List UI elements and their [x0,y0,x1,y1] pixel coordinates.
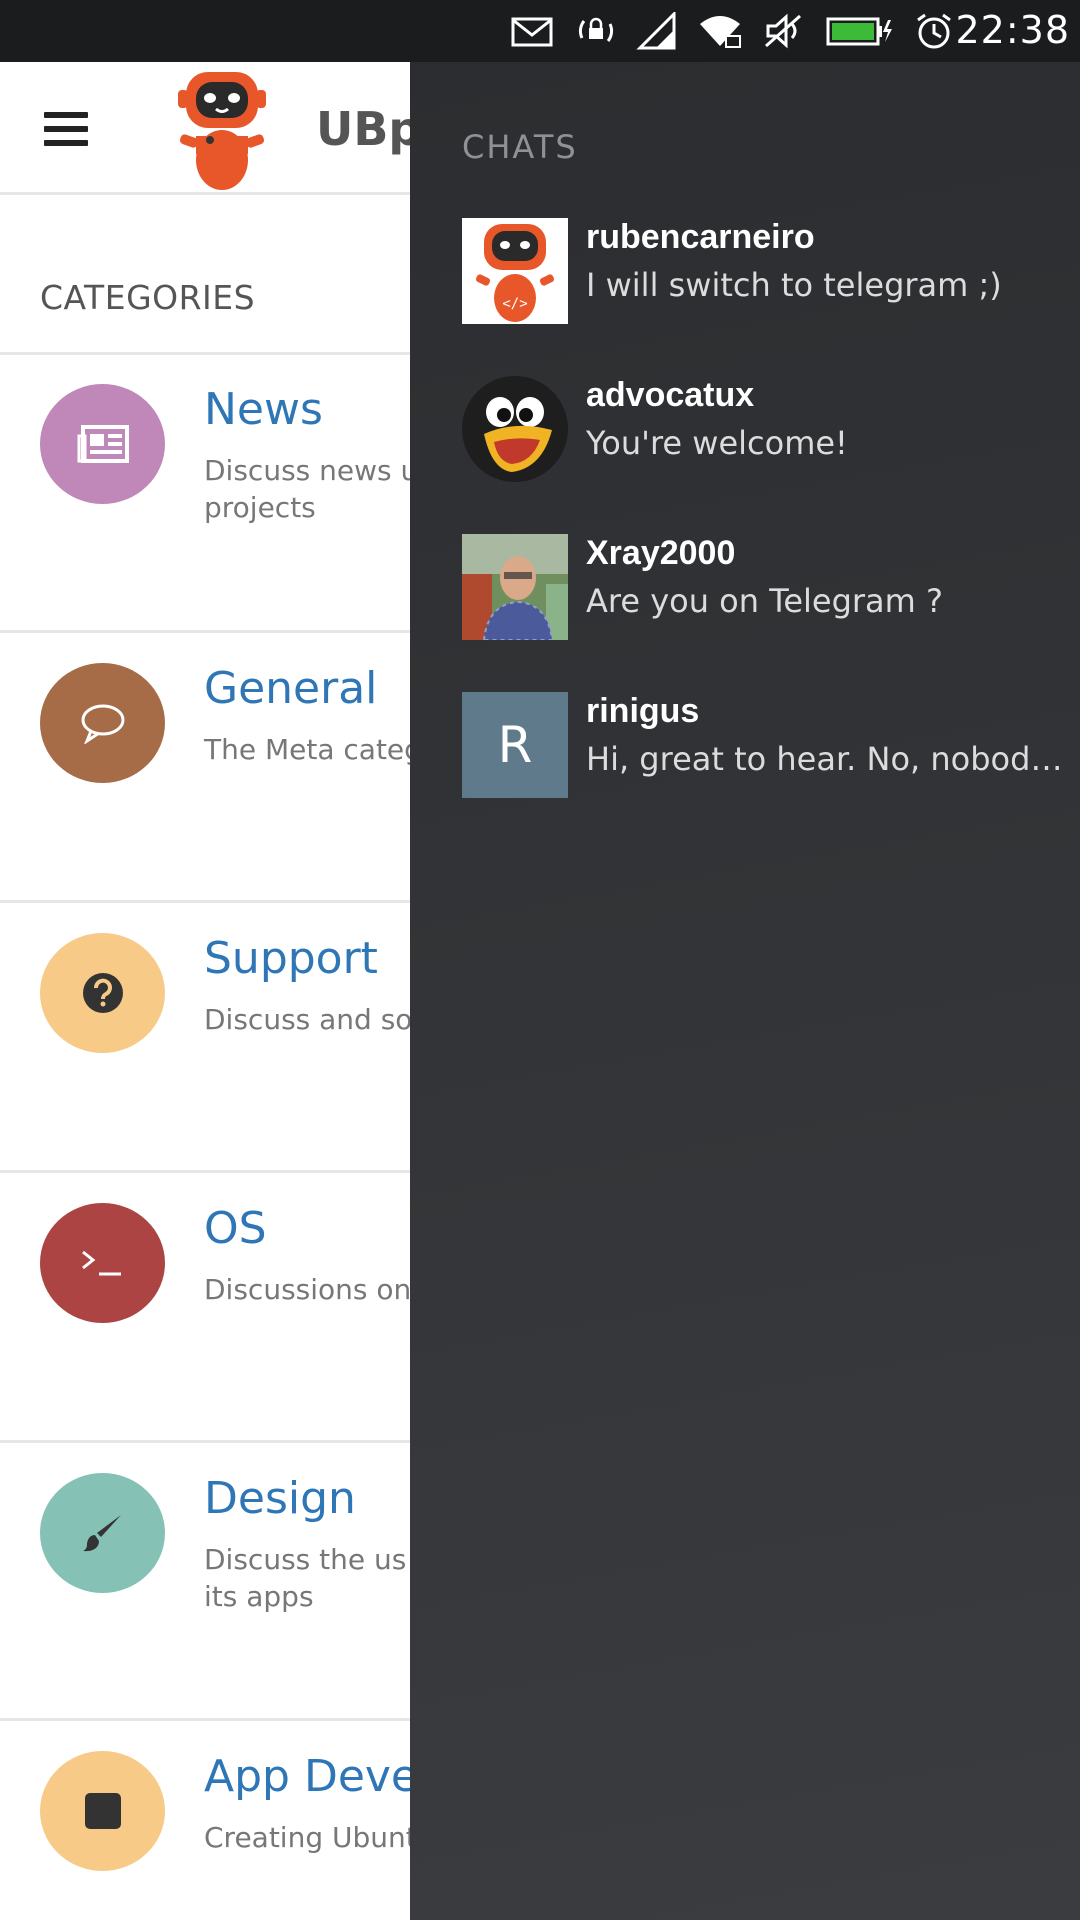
chat-preview: Hi, great to hear. No, nobody h... [586,740,1076,778]
chat-preview: Are you on Telegram ? [586,582,943,620]
chat-name: rubencarneiro [586,218,815,256]
category-title[interactable]: Support [204,933,378,984]
alarm-icon [917,13,951,49]
hamburger-icon[interactable] [44,112,88,146]
signal-icon [636,12,676,50]
categories-heading: CATEGORIES [40,278,256,317]
robot-logo [178,72,266,190]
category-title[interactable]: General [204,663,377,714]
category-title[interactable]: Design [204,1473,356,1524]
newspaper-icon [40,384,165,504]
clock: 22:38 [955,8,1070,52]
wifi-lock-icon [700,16,741,48]
question-icon [40,933,165,1053]
paintbrush-icon [40,1473,165,1593]
chat-name: rinigus [586,692,700,730]
chat-item-rubencarneiro[interactable]: </> rubencarneiro I will switch to teleg… [462,218,1080,324]
chat-item-xray2000[interactable]: Xray2000 Are you on Telegram ? [462,534,1080,640]
mail-icon [511,17,553,47]
letter-avatar: R [462,692,568,798]
category-title[interactable]: OS [204,1203,267,1254]
penguin-avatar [462,376,568,482]
app-title: UBp [316,102,422,156]
square-icon [40,1751,165,1871]
chat-name: advocatux [586,376,755,414]
robot-avatar: </> [462,218,568,324]
chats-heading: CHATS [462,128,578,166]
photo-avatar [462,534,568,640]
speech-bubble-icon [40,663,165,783]
rotation-lock-icon [578,17,614,42]
chat-item-advocatux[interactable]: advocatux You're welcome! [462,376,1080,482]
category-title[interactable]: App Devel [204,1751,430,1802]
battery-charging-icon [826,17,892,46]
chats-drawer: CHATS </> rubencarneiro I will switch to… [410,62,1080,1920]
status-bar: 22:38 [0,0,1080,62]
chat-preview: You're welcome! [586,424,848,462]
muted-icon [765,13,801,49]
terminal-icon [40,1203,165,1323]
chat-preview: I will switch to telegram ;) [586,266,1002,304]
category-title[interactable]: News [204,384,323,435]
svg-text:</>: </> [502,296,527,312]
chat-name: Xray2000 [586,534,736,572]
chat-item-rinigus[interactable]: R rinigus Hi, great to hear. No, nobody … [462,692,1080,798]
